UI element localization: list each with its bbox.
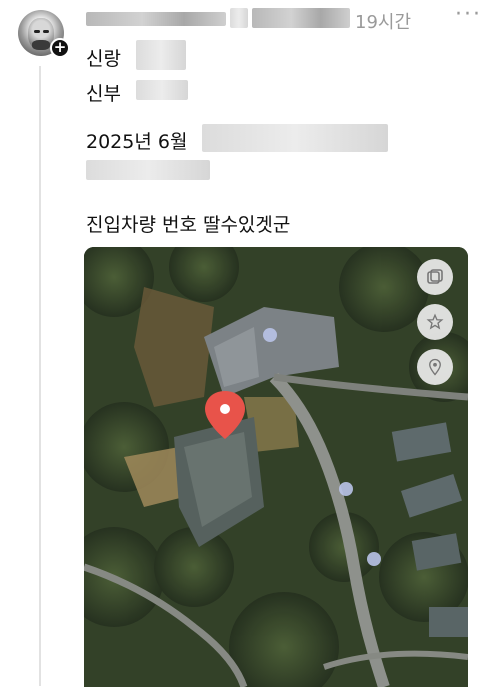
- username-redacted: [230, 8, 248, 28]
- satellite-map-image[interactable]: [84, 247, 468, 687]
- map-graphic: [84, 247, 468, 687]
- more-horizontal-icon[interactable]: ···: [455, 2, 482, 27]
- thread-line: [39, 66, 41, 686]
- post-timestamp: 19시간: [355, 12, 412, 33]
- date-text: 2025년 6월: [86, 131, 188, 153]
- location-pin-icon[interactable]: [417, 349, 453, 385]
- avatar-eye: [43, 30, 49, 33]
- comment-text: 진입차량 번호 딸수있겟군: [86, 214, 291, 236]
- location-redacted: [86, 160, 210, 180]
- avatar-eye: [34, 30, 40, 33]
- groom-label: 신랑: [86, 48, 121, 70]
- username-redacted[interactable]: [86, 12, 226, 26]
- bride-name-redacted: [136, 80, 188, 100]
- groom-name-redacted: [136, 40, 186, 70]
- avatar-beard: [32, 40, 50, 50]
- follow-plus-icon[interactable]: +: [50, 38, 70, 58]
- handle-redacted: [252, 8, 350, 28]
- star-icon[interactable]: [417, 304, 453, 340]
- bride-label: 신부: [86, 83, 121, 105]
- map-layers-icon[interactable]: [417, 259, 453, 295]
- date-detail-redacted: [202, 124, 388, 152]
